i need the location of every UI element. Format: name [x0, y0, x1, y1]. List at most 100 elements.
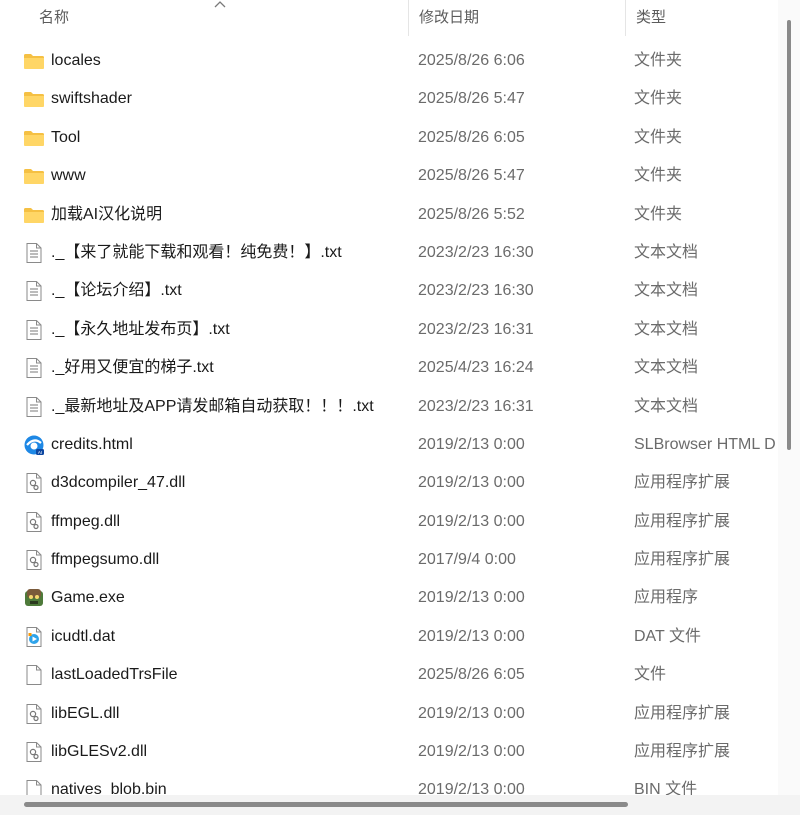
file-row[interactable]: locales 2025/8/26 6:06 文件夹	[0, 42, 778, 80]
text-document-icon	[26, 242, 42, 263]
file-row[interactable]: swiftshader 2025/8/26 5:47 文件夹	[0, 80, 778, 118]
file-row[interactable]: ._好用又便宜的梯子.txt 2025/4/23 16:24 文本文档	[0, 349, 778, 387]
file-name: d3dcompiler_47.dll	[51, 474, 186, 492]
file-type: 文件夹	[634, 90, 683, 108]
file-row[interactable]: ffmpeg.dll 2019/2/13 0:00 应用程序扩展	[0, 503, 778, 541]
file-type: DAT 文件	[634, 627, 701, 645]
generic-file-icon	[26, 665, 42, 686]
file-type: BIN 文件	[634, 781, 698, 795]
file-row[interactable]: Game.exe 2019/2/13 0:00 应用程序	[0, 579, 778, 617]
file-row[interactable]: natives_blob.bin 2019/2/13 0:00 BIN 文件	[0, 771, 778, 795]
file-row[interactable]: ._【永久地址发布页】.txt 2023/2/23 16:31 文本文档	[0, 311, 778, 349]
file-type: 应用程序扩展	[634, 704, 731, 722]
file-row[interactable]: ._【来了就能下载和观看！纯免费！】.txt 2023/2/23 16:30 文本文…	[0, 234, 778, 272]
file-name: 加载AI汉化说明	[51, 205, 163, 223]
column-header-row: 名称 修改日期 类型	[0, 0, 778, 36]
file-name: www	[51, 167, 86, 185]
file-name: natives_blob.bin	[51, 781, 167, 795]
file-modified-date: 2025/8/26 6:05	[418, 128, 525, 146]
column-header-name[interactable]: 名称	[29, 0, 409, 36]
file-modified-date: 2025/8/26 5:47	[418, 167, 525, 185]
file-type: 文件	[634, 666, 667, 684]
file-name: ._【论坛介绍】.txt	[51, 282, 182, 300]
file-type: 应用程序扩展	[634, 474, 731, 492]
game-exe-icon	[25, 589, 43, 607]
file-modified-date: 2023/2/23 16:31	[418, 320, 534, 338]
file-type: 文件夹	[634, 205, 683, 223]
file-row[interactable]: ffmpegsumo.dll 2017/9/4 0:00 应用程序扩展	[0, 541, 778, 579]
file-name: lastLoadedTrsFile	[51, 666, 178, 684]
file-modified-date: 2019/2/13 0:00	[418, 627, 525, 645]
file-type: 文本文档	[634, 243, 699, 261]
column-header-type[interactable]: 类型	[625, 0, 778, 36]
file-modified-date: 2025/8/26 5:52	[418, 205, 525, 223]
file-name: icudtl.dat	[51, 627, 116, 645]
browser-html-icon: AI	[24, 435, 44, 455]
vertical-scrollbar-thumb[interactable]	[787, 20, 791, 450]
file-row[interactable]: AI credits.html 2019/2/13 0:00 SLBrowser HT…	[0, 426, 778, 464]
file-row[interactable]: lastLoadedTrsFile 2025/8/26 6:05 文件	[0, 656, 778, 694]
file-row[interactable]: ._最新地址及APP请发邮箱自动获取！！！.txt 2023/2/23 16:31…	[0, 388, 778, 426]
file-modified-date: 2025/8/26 5:47	[418, 90, 525, 108]
file-name: libGLESv2.dll	[51, 743, 148, 761]
file-modified-date: 2023/2/23 16:30	[418, 243, 534, 261]
file-modified-date: 2019/2/13 0:00	[418, 743, 525, 761]
file-modified-date: 2023/2/23 16:31	[418, 397, 534, 415]
file-type: 文本文档	[634, 359, 699, 377]
file-name: libEGL.dll	[51, 704, 120, 722]
file-modified-date: 2017/9/4 0:00	[418, 551, 516, 569]
file-modified-date: 2025/4/23 16:24	[418, 359, 534, 377]
file-row[interactable]: d3dcompiler_47.dll 2019/2/13 0:00 应用程序扩展	[0, 464, 778, 502]
text-document-icon	[26, 319, 42, 340]
folder-icon	[24, 130, 44, 146]
horizontal-scrollbar[interactable]	[0, 795, 800, 815]
file-row[interactable]: www 2025/8/26 5:47 文件夹	[0, 157, 778, 195]
file-name: ._最新地址及APP请发邮箱自动获取！！！.txt	[51, 397, 374, 415]
file-type: 文件夹	[634, 167, 683, 185]
svg-text:AI: AI	[38, 450, 42, 455]
folder-icon	[24, 207, 44, 223]
file-name: ffmpeg.dll	[51, 512, 121, 530]
horizontal-scrollbar-thumb[interactable]	[24, 802, 628, 807]
file-name: Tool	[51, 128, 81, 146]
file-rows: locales 2025/8/26 6:06 文件夹 swiftshader 2025/…	[0, 42, 778, 795]
file-modified-date: 2019/2/13 0:00	[418, 704, 525, 722]
file-list-view: 名称 修改日期 类型 locales 2025/8/26 6:06 文件夹 swift…	[0, 0, 778, 795]
file-modified-date: 2019/2/13 0:00	[418, 512, 525, 530]
file-type: 文件夹	[634, 52, 683, 69]
dll-file-icon	[26, 742, 42, 763]
file-name: ffmpegsumo.dll	[51, 551, 160, 569]
folder-icon	[24, 54, 44, 69]
file-row[interactable]: Tool 2025/8/26 6:05 文件夹	[0, 119, 778, 157]
file-row[interactable]: 加载AI汉化说明 2025/8/26 5:52 文件夹	[0, 196, 778, 234]
file-modified-date: 2019/2/13 0:00	[418, 589, 525, 607]
dll-file-icon	[26, 703, 42, 724]
dll-file-icon	[26, 511, 42, 532]
file-row[interactable]: icudtl.dat 2019/2/13 0:00 DAT 文件	[0, 618, 778, 656]
file-row[interactable]: libEGL.dll 2019/2/13 0:00 应用程序扩展	[0, 695, 778, 733]
file-modified-date: 2019/2/13 0:00	[418, 435, 525, 453]
text-document-icon	[26, 358, 42, 379]
vertical-scrollbar[interactable]	[778, 0, 800, 795]
file-modified-date: 2025/8/26 6:05	[418, 666, 525, 684]
dat-file-icon	[26, 626, 42, 647]
file-type: 应用程序	[634, 589, 699, 607]
dll-file-icon	[26, 550, 42, 571]
folder-icon	[24, 169, 44, 185]
file-name: swiftshader	[51, 90, 132, 108]
file-type: SLBrowser HTML D	[634, 435, 776, 453]
file-type: 文本文档	[634, 397, 699, 415]
file-name: locales	[51, 52, 101, 69]
generic-file-icon	[26, 780, 42, 795]
file-name: ._好用又便宜的梯子.txt	[51, 359, 214, 377]
file-type: 文本文档	[634, 282, 699, 300]
file-row[interactable]: libGLESv2.dll 2019/2/13 0:00 应用程序扩展	[0, 733, 778, 771]
file-name: credits.html	[51, 435, 133, 453]
text-document-icon	[26, 281, 42, 302]
file-row[interactable]: ._【论坛介绍】.txt 2023/2/23 16:30 文本文档	[0, 272, 778, 310]
file-name: ._【永久地址发布页】.txt	[51, 320, 230, 338]
column-header-date[interactable]: 修改日期	[408, 0, 626, 36]
file-type: 应用程序扩展	[634, 551, 731, 569]
file-name: ._【来了就能下载和观看！纯免费！】.txt	[51, 243, 342, 261]
text-document-icon	[26, 396, 42, 417]
